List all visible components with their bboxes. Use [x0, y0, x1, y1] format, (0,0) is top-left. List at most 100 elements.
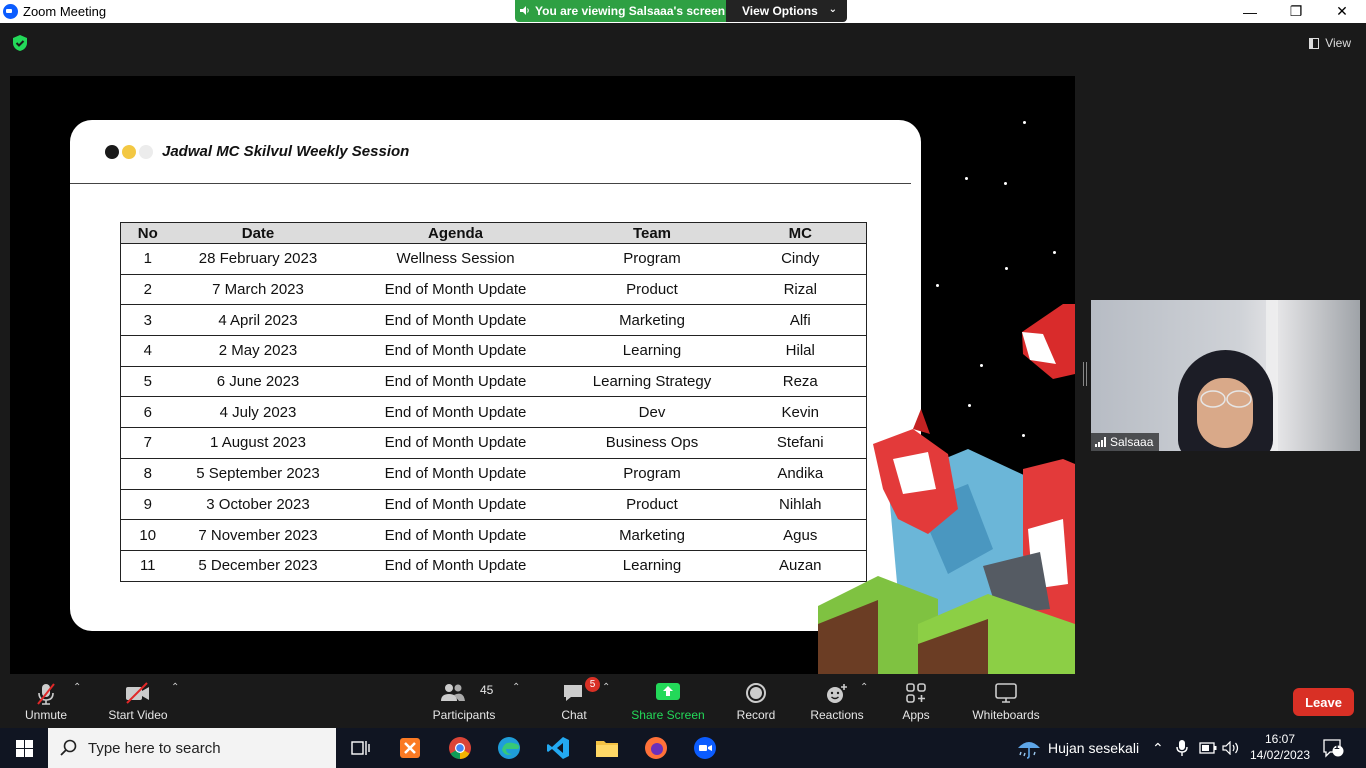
windows-start-button[interactable]: [16, 740, 33, 757]
star: [965, 177, 968, 180]
cell-no: 3: [120, 304, 175, 337]
chat-label: Chat: [561, 708, 587, 722]
record-button[interactable]: Record: [733, 674, 779, 728]
whiteboards-button[interactable]: Whiteboards: [968, 674, 1044, 728]
video-options-caret[interactable]: ⌃: [171, 682, 179, 693]
unmute-label: Unmute: [24, 708, 68, 722]
cell-team: Learning: [569, 335, 735, 367]
star: [1023, 121, 1026, 124]
restore-button[interactable]: ❐: [1273, 0, 1319, 23]
panel-resize-handle[interactable]: [1083, 362, 1087, 386]
table-header-row: No Date Agenda Team MC: [120, 222, 867, 244]
cell-date: 28 February 2023: [174, 243, 342, 275]
weather-widget[interactable]: Hujan sesekali: [1016, 728, 1139, 768]
cell-date: 4 April 2023: [174, 304, 342, 337]
cell-agenda: Wellness Session: [341, 243, 570, 275]
system-clock[interactable]: 16:07 14/02/2023: [1249, 731, 1311, 763]
reactions-button[interactable]: Reactions: [808, 674, 866, 728]
slide: Jadwal MC Skilvul Weekly Session No Date…: [70, 120, 921, 631]
cell-team: Learning Strategy: [569, 366, 735, 398]
clock-time: 16:07: [1264, 732, 1296, 746]
reactions-icon: [827, 684, 847, 703]
clock-date: 14/02/2023: [1249, 748, 1311, 762]
reactions-label: Reactions: [810, 708, 864, 722]
zoom-taskbar-icon[interactable]: [693, 736, 717, 760]
participants-button[interactable]: 45 Participants: [428, 674, 500, 728]
close-button[interactable]: ✕: [1319, 0, 1365, 23]
microphone-tray-icon[interactable]: [1176, 728, 1188, 768]
robot-illustration: [818, 304, 1075, 674]
share-screen-button[interactable]: Share Screen: [628, 674, 708, 728]
apps-icon: [906, 683, 926, 703]
cell-team: Learning: [569, 550, 735, 582]
start-video-button[interactable]: Start Video: [104, 674, 172, 728]
view-options-button[interactable]: View Options ⌄: [726, 0, 847, 22]
show-hidden-icons-caret[interactable]: ⌃: [1152, 728, 1164, 768]
leave-button[interactable]: Leave: [1293, 688, 1354, 716]
firefox-icon[interactable]: [644, 736, 668, 760]
cell-date: 6 June 2023: [174, 366, 342, 398]
view-button[interactable]: View: [1309, 36, 1351, 50]
chrome-icon[interactable]: [448, 736, 472, 760]
glasses: [1200, 390, 1252, 408]
header-date: Date: [174, 222, 342, 244]
cell-no: 2: [120, 274, 175, 306]
window-dots: [105, 145, 153, 159]
cell-agenda: End of Month Update: [341, 458, 570, 490]
star: [1053, 251, 1056, 254]
record-icon: [746, 683, 766, 703]
table-row: 42 May 2023 End of Month Update Learning Hi…: [120, 335, 867, 367]
table-row: 71 August 2023 End of Month Update Busines…: [120, 427, 867, 459]
edge-icon[interactable]: [497, 736, 521, 760]
xampp-icon[interactable]: [398, 736, 422, 760]
apps-button[interactable]: Apps: [897, 674, 935, 728]
search-placeholder: Type here to search: [88, 739, 221, 757]
minimize-button[interactable]: —: [1227, 0, 1273, 23]
participants-options-caret[interactable]: ⌃: [512, 682, 520, 693]
record-label: Record: [736, 708, 776, 722]
participants-label: Participants: [432, 708, 496, 722]
cell-agenda: End of Month Update: [341, 427, 570, 459]
signal-strength-icon: [1095, 437, 1106, 447]
table-row: 34 April 2023 End of Month Update Marketin…: [120, 304, 867, 337]
cell-agenda: End of Month Update: [341, 396, 570, 429]
cell-no: 1: [120, 243, 175, 275]
zoom-app-icon: [3, 4, 18, 19]
cell-date: 7 March 2023: [174, 274, 342, 306]
cell-team: Product: [569, 274, 735, 306]
reactions-options-caret[interactable]: ⌃: [860, 682, 868, 693]
search-icon: [60, 739, 77, 756]
chat-unread-badge: 5: [585, 677, 600, 692]
view-options-label: View Options: [742, 4, 818, 18]
task-view-icon[interactable]: [348, 736, 372, 760]
security-shield-icon[interactable]: [11, 34, 29, 52]
volume-icon[interactable]: [1222, 728, 1240, 768]
slide-title: Jadwal MC Skilvul Weekly Session: [162, 143, 410, 160]
participant-video-tile[interactable]: Salsaaa: [1091, 300, 1360, 451]
cell-date: 7 November 2023: [174, 519, 342, 551]
meeting-toolbar: Unmute ⌃ Start Video ⌃ 45 Participants ⌃…: [0, 674, 1366, 728]
vscode-icon[interactable]: [546, 736, 570, 760]
chat-button[interactable]: 5 Chat: [554, 674, 600, 728]
cell-agenda: End of Month Update: [341, 274, 570, 306]
file-explorer-icon[interactable]: [595, 736, 619, 760]
chat-options-caret[interactable]: ⌃: [602, 682, 610, 693]
cell-agenda: End of Month Update: [341, 366, 570, 398]
header-no: No: [120, 222, 175, 244]
notifications-button[interactable]: 1: [1322, 728, 1344, 768]
viewing-screen-text: You are viewing Salsaaa's screen: [535, 4, 726, 18]
header-mc: MC: [734, 222, 867, 244]
cell-no: 7: [120, 427, 175, 459]
notification-icon: [1323, 739, 1344, 758]
dot-light: [139, 145, 153, 159]
taskbar-search-box[interactable]: Type here to search: [48, 728, 336, 768]
audio-options-caret[interactable]: ⌃: [73, 682, 81, 693]
unmute-button[interactable]: Unmute: [18, 674, 74, 728]
notification-count: 1: [1334, 741, 1340, 752]
battery-icon[interactable]: [1199, 728, 1217, 768]
start-video-label: Start Video: [108, 708, 168, 722]
whiteboard-icon: [995, 683, 1017, 703]
cell-no: 11: [120, 550, 175, 582]
cell-no: 6: [120, 396, 175, 429]
apps-label: Apps: [902, 708, 930, 722]
